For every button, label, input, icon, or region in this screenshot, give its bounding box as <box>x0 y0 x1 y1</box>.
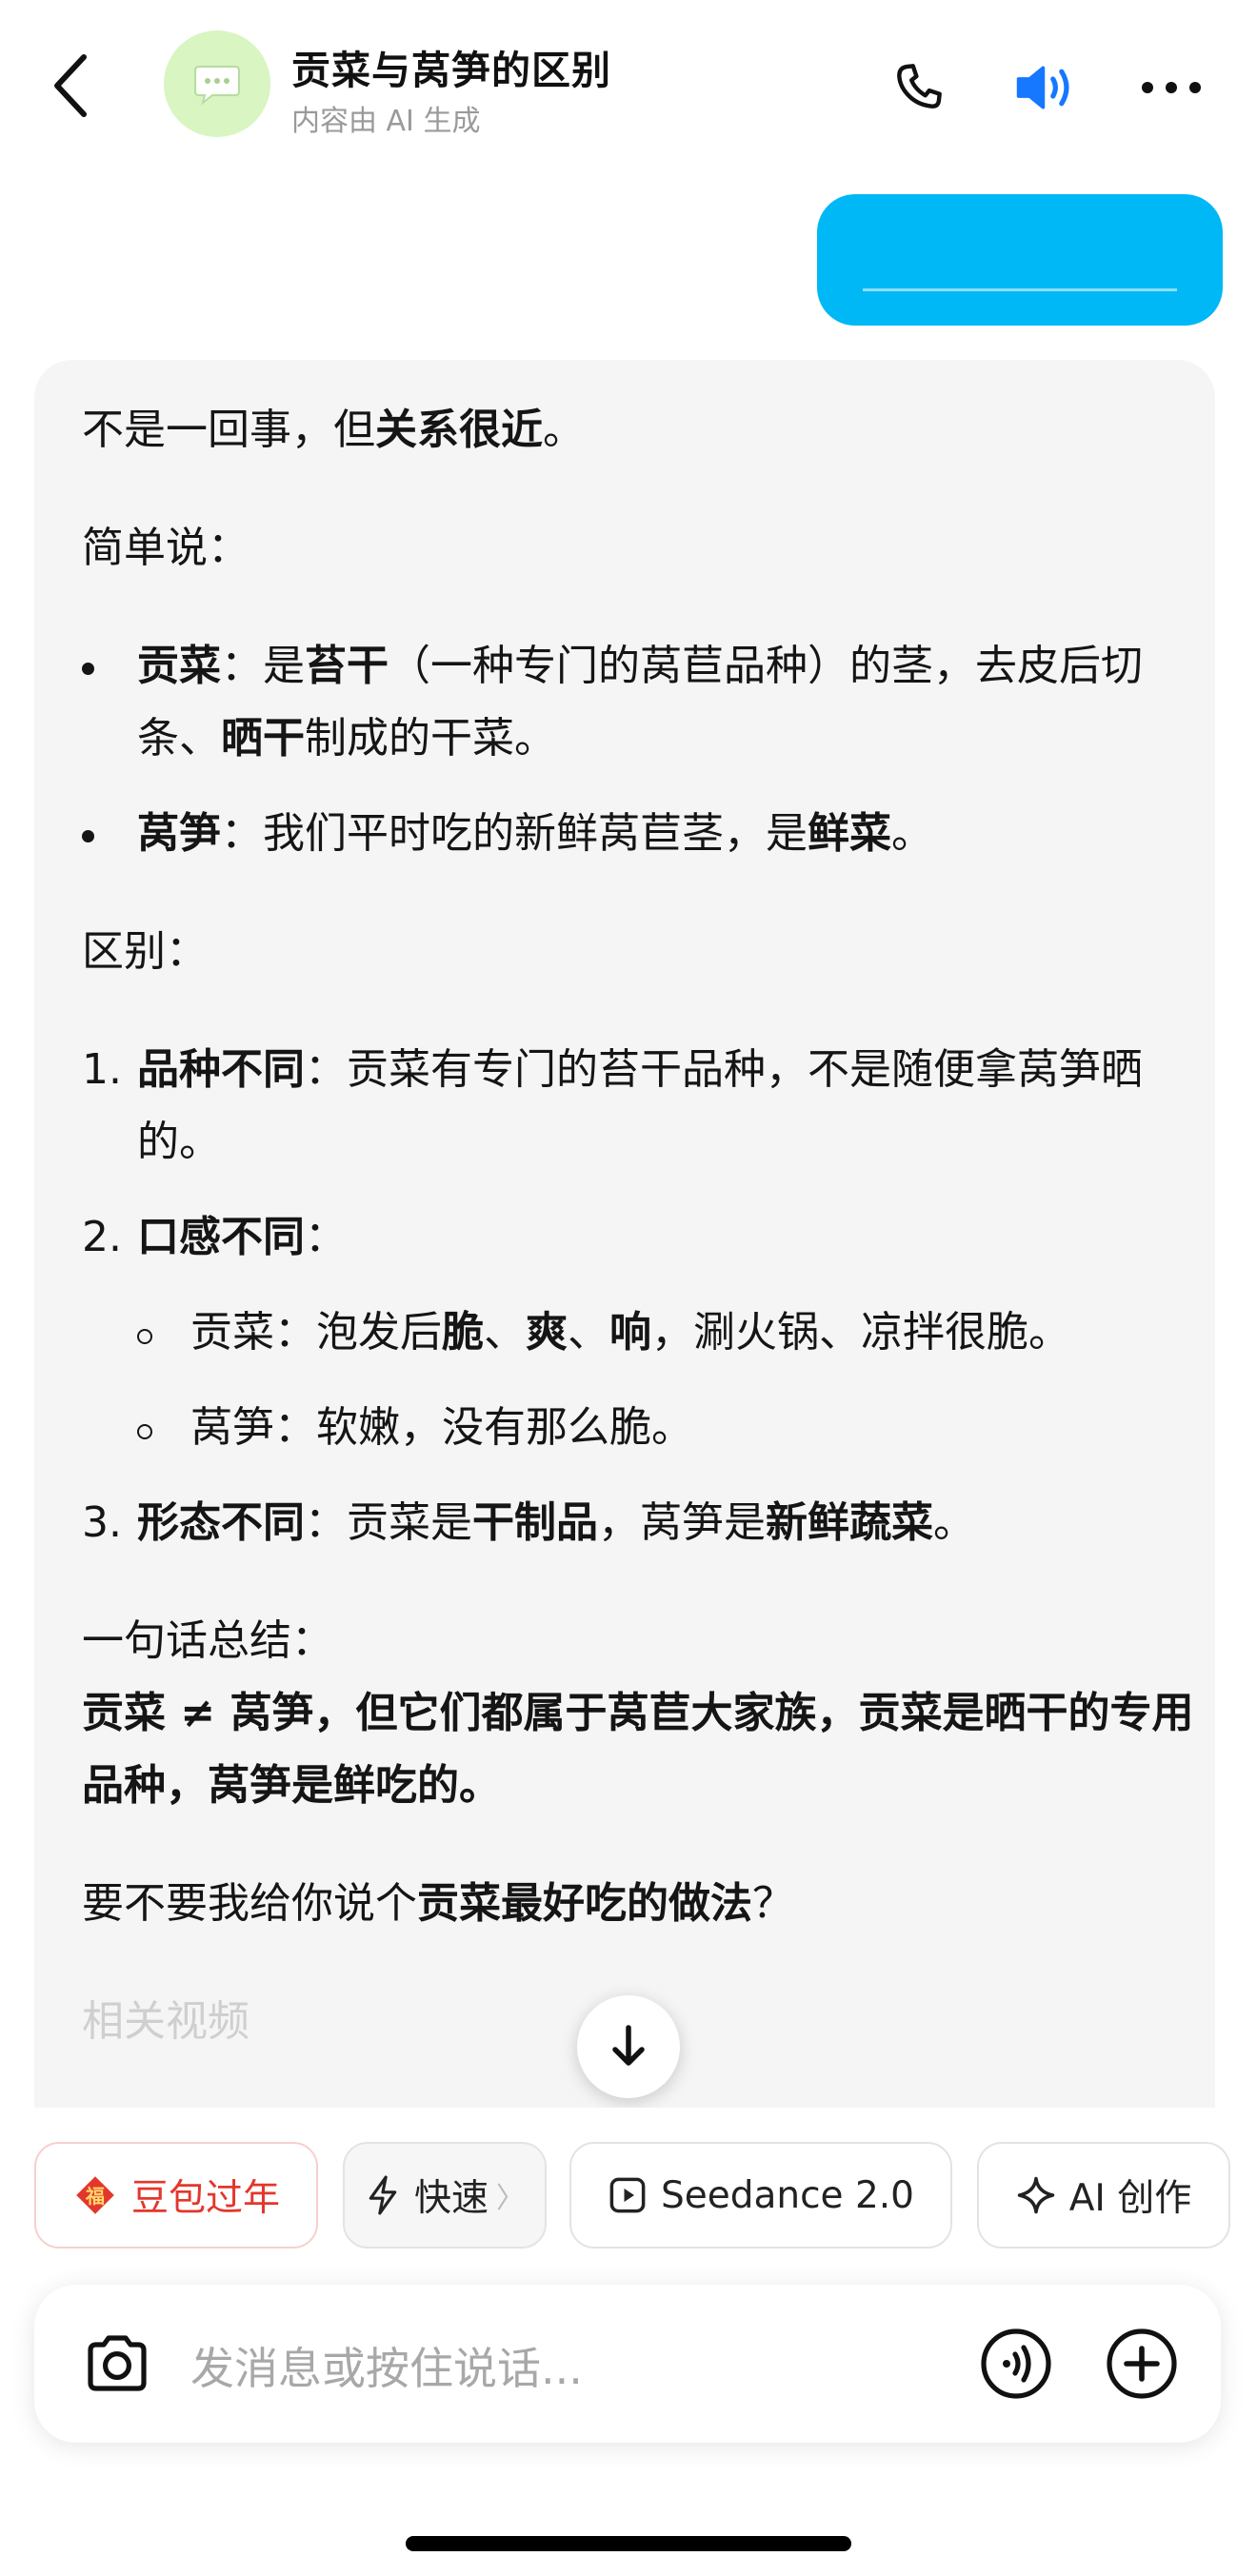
sub-bold: 响 <box>609 1308 651 1357</box>
reply-intro: 不是一回事，但关系很近。 <box>82 394 1196 466</box>
bullet-bold: 晒干 <box>221 714 305 763</box>
intro-text: 不是一回事，但 <box>82 406 375 454</box>
item-term: 形态不同 <box>137 1498 305 1547</box>
bullet-term: 贡菜 <box>137 642 221 690</box>
bullet-dot <box>82 830 94 842</box>
user-message-underline <box>863 288 1177 291</box>
question-bold: 贡菜最好吃的做法 <box>417 1879 752 1928</box>
summary-text: 贡菜 ≠ 莴笋，但它们都属于莴苣大家族，贡菜是晒干的专用品种，莴笋是鲜吃的。 <box>82 1677 1196 1822</box>
phone-icon <box>897 64 942 109</box>
difference-heading: 区别： <box>82 927 208 976</box>
chip-doubao-new-year[interactable]: 福 豆包过年 <box>34 2142 318 2249</box>
assistant-reply-card: 不是一回事，但关系很近。 简单说： 贡菜：是苔干（一种专门的莴苣品种）的茎，去皮… <box>34 360 1215 2111</box>
intro-end: 。 <box>543 406 585 454</box>
item-bold: 新鲜蔬菜 <box>766 1498 933 1547</box>
item-text: ： <box>305 1213 347 1261</box>
chip-label: AI 创作 <box>1068 2177 1192 2220</box>
back-button[interactable] <box>46 50 99 122</box>
chip-label: 豆包过年 <box>130 2177 280 2220</box>
list-number: 3. <box>82 1498 122 1547</box>
sub-list-item: 贡菜：泡发后脆、爽、响，涮火锅、凉拌很脆。 <box>82 1297 1196 1369</box>
chat-page: 贡菜与莴笋的区别 内容由 AI 生成 不是一回事，但关系很近。 简单说： 贡菜：… <box>0 0 1257 2576</box>
home-indicator[interactable] <box>406 2536 851 2551</box>
scroll-to-bottom-button[interactable] <box>577 1995 680 2098</box>
sparkle-icon <box>1017 2176 1054 2214</box>
plus-circle-icon <box>1107 2328 1177 2399</box>
summary-heading: 一句话总结： <box>82 1616 333 1665</box>
item-text: ：贡菜是 <box>305 1498 472 1547</box>
chat-title: 贡菜与莴笋的区别 <box>291 48 611 93</box>
bullet-text: 制成的干菜。 <box>305 714 556 763</box>
reply-body: 不是一回事，但关系很近。 简单说： 贡菜：是苔干（一种专门的莴苣品种）的茎，去皮… <box>82 394 1196 2058</box>
sub-bold: 脆 <box>442 1308 484 1357</box>
speaker-icon <box>1016 66 1069 109</box>
camera-icon <box>88 2335 147 2391</box>
bullet-text: ：是 <box>221 642 305 690</box>
camera-button[interactable] <box>76 2323 158 2405</box>
chip-ai-create[interactable]: AI 创作 <box>977 2142 1230 2249</box>
item-term: 口感不同 <box>137 1213 305 1261</box>
message-input-bar: 发消息或按住说话... <box>34 2285 1221 2443</box>
sub-text: 、 <box>484 1308 526 1357</box>
sub-text: 莴笋：软嫩，没有那么脆。 <box>190 1403 693 1452</box>
chip-fast-mode[interactable]: 快速 〉 <box>343 2142 547 2249</box>
summary-bold: 贡菜 ≠ 莴笋，但它们都属于莴苣大家族，贡菜是晒干的专用品种，莴笋是鲜吃的。 <box>82 1689 1194 1810</box>
chevron-left-icon <box>54 54 87 117</box>
sub-list-item: 莴笋：软嫩，没有那么脆。 <box>82 1392 1196 1464</box>
user-message-bubble[interactable] <box>817 194 1223 326</box>
chat-subtitle: 内容由 AI 生成 <box>291 105 481 138</box>
add-attachment-button[interactable] <box>1101 2323 1183 2405</box>
list-item: 3. 形态不同：贡菜是干制品，莴笋是新鲜蔬菜。 <box>82 1487 1196 1559</box>
sub-text: 贡菜：泡发后 <box>190 1308 442 1357</box>
chip-chevron: 〉 <box>496 2182 525 2215</box>
bullet-dot <box>82 663 94 675</box>
item-bold: 干制品 <box>472 1498 598 1547</box>
svg-text:福: 福 <box>85 2185 105 2208</box>
bullet-text: ：我们平时吃的新鲜莴苣茎，是 <box>221 809 808 858</box>
chip-label: Seedance 2.0 <box>661 2173 914 2217</box>
bullet-bold: 鲜菜 <box>808 809 891 858</box>
sub-text: ，涮火锅、凉拌很脆。 <box>651 1308 1070 1357</box>
sub-bold: 爽 <box>526 1308 568 1357</box>
bullet-bold: 苔干 <box>305 642 389 690</box>
voice-call-button[interactable] <box>975 2323 1057 2405</box>
question-text: 要不要我给你说个 <box>82 1879 417 1928</box>
list-number: 1. <box>82 1045 122 1094</box>
list-item: 贡菜：是苔干（一种专门的莴苣品种）的茎，去皮后切条、晒干制成的干菜。 <box>82 630 1196 775</box>
circle-bullet <box>137 1424 152 1439</box>
quick-action-chips: 福 豆包过年 快速 〉 Seedance 2.0 AI 创作 <box>0 2108 1257 2269</box>
play-square-icon <box>609 2177 646 2213</box>
voice-wave-icon <box>981 2328 1051 2399</box>
question-end: ？ <box>752 1879 794 1928</box>
chat-bubble-icon <box>194 66 240 105</box>
arrow-down-icon <box>612 2025 645 2066</box>
list-item: 莴笋：我们平时吃的新鲜莴苣茎，是鲜菜。 <box>82 798 1196 870</box>
simple-heading: 简单说： <box>82 524 249 572</box>
chip-seedance[interactable]: Seedance 2.0 <box>569 2142 952 2249</box>
sub-text: 、 <box>568 1308 609 1357</box>
intro-bold: 关系很近 <box>375 406 543 454</box>
more-dots-icon <box>1142 82 1201 93</box>
item-text: 。 <box>933 1498 975 1547</box>
bot-avatar[interactable] <box>164 30 270 137</box>
list-item: 1. 品种不同：贡菜有专门的苔干品种，不是随便拿莴笋晒的。 <box>82 1034 1196 1179</box>
follow-up-question: 要不要我给你说个贡菜最好吃的做法？ <box>82 1868 1196 1940</box>
chat-header: 贡菜与莴笋的区别 内容由 AI 生成 <box>0 0 1257 171</box>
circle-bullet <box>137 1329 152 1344</box>
bullet-term: 莴笋 <box>137 809 221 858</box>
fu-badge-icon: 福 <box>76 2176 114 2214</box>
read-aloud-button[interactable] <box>1011 53 1080 122</box>
bullet-text: 。 <box>891 809 933 858</box>
list-number: 2. <box>82 1213 122 1261</box>
item-text: ，莴笋是 <box>598 1498 766 1547</box>
lightning-icon <box>369 2175 397 2215</box>
item-term: 品种不同 <box>137 1045 305 1094</box>
more-options-button[interactable] <box>1137 53 1206 122</box>
message-input-placeholder[interactable]: 发消息或按住说话... <box>190 2334 583 2397</box>
chip-label: 快速 <box>413 2177 489 2220</box>
list-item: 2. 口感不同： <box>82 1201 1196 1274</box>
phone-call-button[interactable] <box>886 53 954 122</box>
